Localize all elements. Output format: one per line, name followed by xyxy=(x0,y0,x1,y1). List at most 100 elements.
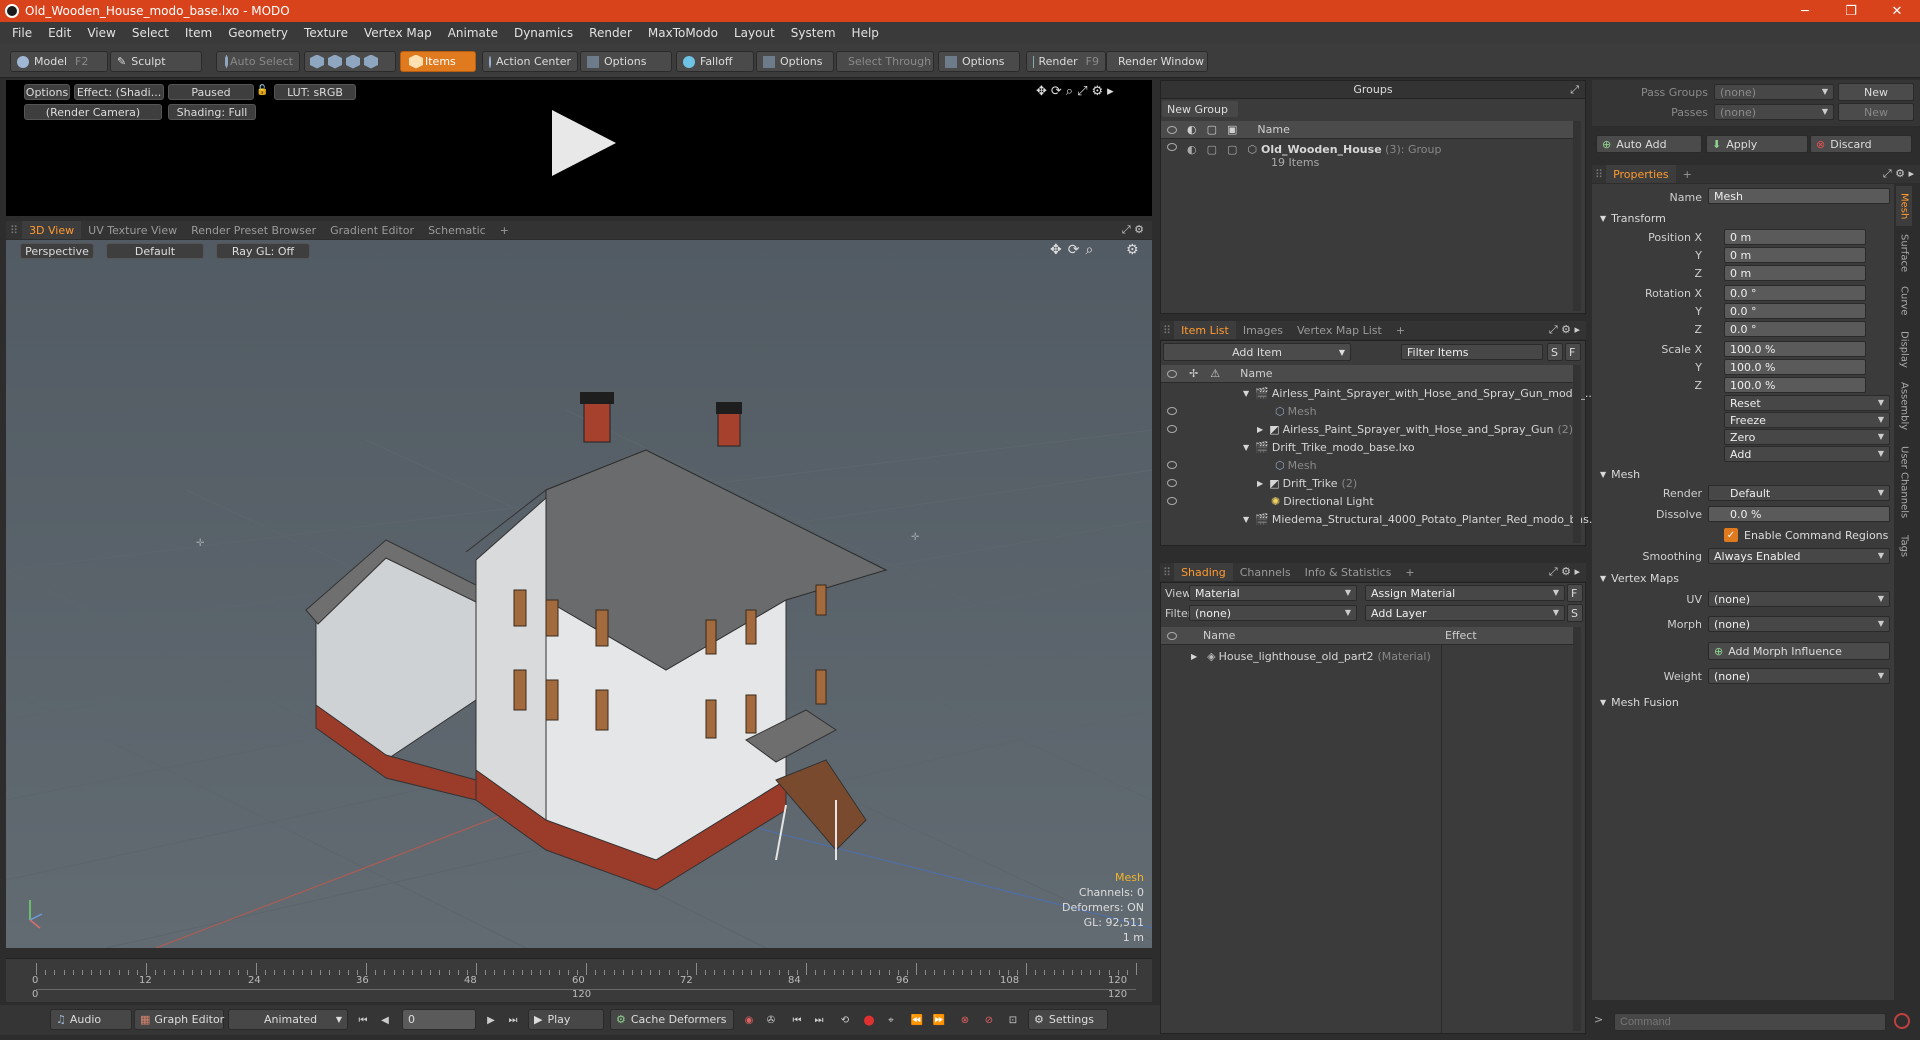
command-expand-icon[interactable]: > xyxy=(1594,1013,1603,1026)
groups-scrollbar[interactable] xyxy=(1573,121,1581,311)
record-icon[interactable]: ● xyxy=(862,1013,876,1028)
passes-dropdown[interactable]: (none) ▼ xyxy=(1714,104,1834,120)
tab-images[interactable]: Images xyxy=(1236,321,1290,339)
visibility-eye-icon[interactable] xyxy=(1167,461,1177,469)
filter-s-button[interactable]: S xyxy=(1547,343,1563,361)
auto-key-icon[interactable]: ⟲ xyxy=(838,1013,852,1027)
key-set-icon[interactable]: ⌖ xyxy=(884,1013,898,1027)
new-pass-button[interactable]: New xyxy=(1838,103,1914,121)
scale-y-field[interactable]: 100.0 % xyxy=(1724,359,1866,375)
timeline[interactable]: 0 12 24 36 48 60 72 84 96 108 120 0 120 … xyxy=(6,958,1152,1002)
items-mode-button[interactable]: Items xyxy=(400,51,476,72)
tab-schematic[interactable]: Schematic xyxy=(421,221,493,239)
select-through-button[interactable]: Select Through xyxy=(836,51,934,72)
tab-item-list[interactable]: Item List xyxy=(1174,321,1236,339)
prev-key-icon[interactable]: ◀ xyxy=(378,1013,392,1027)
falloff-button[interactable]: Falloff xyxy=(676,51,754,72)
position-z-field[interactable]: 0 m xyxy=(1724,265,1866,281)
materials-mode-icon[interactable] xyxy=(364,54,378,69)
side-tab-tags[interactable]: Tags xyxy=(1896,528,1912,564)
enable-command-regions-checkbox[interactable]: ✓ xyxy=(1724,528,1738,542)
tab-channels[interactable]: Channels xyxy=(1233,563,1298,581)
camera-gizmo[interactable]: ✛ xyxy=(911,532,920,543)
go-end-icon[interactable]: ⏭ xyxy=(506,1013,520,1027)
collapse-arrow-icon[interactable]: ▼ xyxy=(1243,515,1249,524)
menu-geometry[interactable]: Geometry xyxy=(220,26,296,40)
item-list-options-icon[interactable]: ⤢ ⚙ ▸ xyxy=(1549,323,1580,337)
tab-info-statistics[interactable]: Info & Statistics xyxy=(1298,563,1399,581)
key-delete-icon[interactable]: ⊗ xyxy=(958,1013,972,1027)
apply-button[interactable]: ⬇ Apply xyxy=(1706,135,1808,153)
name-field[interactable]: Mesh xyxy=(1708,188,1890,204)
item-row-airless-locator[interactable]: ▶ ◩ Airless_Paint_Sprayer_with_Hose_and_Sp… xyxy=(1161,420,1585,438)
maximize-button[interactable]: ❐ xyxy=(1828,0,1874,22)
visibility-eye-icon[interactable] xyxy=(1167,407,1177,415)
menu-animate[interactable]: Animate xyxy=(440,26,506,40)
cache-deformers-button[interactable]: ⚙ Cache Deformers xyxy=(610,1009,734,1030)
edges-mode-icon[interactable] xyxy=(328,54,342,69)
next-keyframe-icon[interactable]: ⏭ xyxy=(812,1013,826,1027)
tab-3d-view[interactable]: 3D View xyxy=(22,221,82,239)
range-end[interactable]: 120 xyxy=(1108,989,1127,1000)
preview-effect-dropdown[interactable]: Effect: (Shadi... xyxy=(74,84,164,100)
tab-uv-texture-view[interactable]: UV Texture View xyxy=(81,221,184,239)
menu-edit[interactable]: Edit xyxy=(40,26,79,40)
side-tab-display[interactable]: Display xyxy=(1896,324,1912,374)
auto-add-button[interactable]: ⊕ Auto Add xyxy=(1596,135,1702,153)
drag-handle-icon[interactable]: ⠿ xyxy=(1160,321,1174,339)
3d-viewport[interactable]: ✛ ✛ Perspective Default Ray GL: Off ✥⟳⌕ … xyxy=(6,240,1152,948)
key-options-icon[interactable]: ✇ xyxy=(764,1013,778,1027)
collapse-arrow-icon[interactable]: ▼ xyxy=(1243,389,1249,398)
side-tab-mesh[interactable]: Mesh xyxy=(1896,186,1912,226)
new-pass-group-button[interactable]: New xyxy=(1838,83,1914,101)
key-filter-icon[interactable]: ◉ xyxy=(742,1013,756,1027)
rotation-z-field[interactable]: 0.0 ° xyxy=(1724,321,1866,337)
add-item-dropdown[interactable]: Add Item ▼ xyxy=(1163,343,1351,361)
falloff-options-button[interactable]: Options xyxy=(756,51,834,72)
command-stop-icon[interactable] xyxy=(1894,1013,1910,1029)
smoothing-dropdown[interactable]: Always Enabled ▼ xyxy=(1708,548,1890,564)
add-tab-button[interactable]: + xyxy=(1389,321,1412,339)
shading-scrollbar[interactable] xyxy=(1573,627,1581,1031)
viewport-nav-icons[interactable]: ✥⟳⌕ xyxy=(1050,242,1099,258)
item-list-scrollbar[interactable] xyxy=(1573,365,1581,543)
tab-gradient-editor[interactable]: Gradient Editor xyxy=(323,221,421,239)
freeze-dropdown[interactable]: Freeze ▼ xyxy=(1724,412,1890,428)
render-toggle-icon[interactable]: ◐ xyxy=(1187,143,1197,156)
animated-dropdown[interactable]: Animated ▼ xyxy=(228,1009,348,1030)
lock-icon[interactable]: 🔓 xyxy=(256,85,268,97)
add-tab-button[interactable]: + xyxy=(1398,563,1421,581)
action-center-button[interactable]: Action Center xyxy=(482,51,578,72)
menu-item[interactable]: Item xyxy=(177,26,220,40)
graph-editor-button[interactable]: ▦ Graph Editor xyxy=(134,1009,224,1030)
ray-gl-dropdown[interactable]: Ray GL: Off xyxy=(216,243,310,259)
menu-help[interactable]: Help xyxy=(844,26,887,40)
go-start-icon[interactable]: ⏮ xyxy=(356,1013,370,1027)
filter-items-field[interactable]: Filter Items xyxy=(1401,344,1543,360)
menu-maxtomodo[interactable]: MaxToModo xyxy=(640,26,726,40)
polygons-mode-icon[interactable] xyxy=(346,54,360,69)
view-dropdown[interactable]: Material ▼ xyxy=(1189,585,1357,601)
discard-button[interactable]: ⊗ Discard xyxy=(1810,135,1912,153)
material-row[interactable]: ▶ ◈ House_lighthouse_old_part2 (Material… xyxy=(1161,647,1585,665)
render-dropdown[interactable]: Default ▼ xyxy=(1708,485,1890,501)
model-mode-button[interactable]: Model F2 xyxy=(10,51,108,72)
mesh-section[interactable]: ▼ Mesh xyxy=(1600,466,1640,482)
collapse-arrow-icon[interactable]: ▼ xyxy=(1243,443,1249,452)
new-group-button[interactable]: New Group xyxy=(1162,101,1238,117)
render-window-button[interactable]: Render Window xyxy=(1106,51,1208,72)
step-back-icon[interactable]: ⏪ xyxy=(910,1013,924,1027)
item-row-mesh-1[interactable]: ⬡ Mesh xyxy=(1161,402,1585,420)
menu-select[interactable]: Select xyxy=(124,26,177,40)
shading-f-button[interactable]: F xyxy=(1567,584,1583,602)
position-x-field[interactable]: 0 m xyxy=(1724,229,1866,245)
menu-dynamics[interactable]: Dynamics xyxy=(506,26,581,40)
drag-handle-icon[interactable]: ⠿ xyxy=(1160,563,1174,581)
drag-handle-icon[interactable]: ⠿ xyxy=(1592,165,1606,183)
add-tab-button[interactable]: + xyxy=(493,221,516,239)
preview-nav-icons[interactable]: ✥⟳⌕⤢⚙▸ xyxy=(1036,84,1118,99)
menu-view[interactable]: View xyxy=(79,26,123,40)
side-tab-assembly[interactable]: Assembly xyxy=(1896,376,1912,436)
lock-toggle-icon[interactable]: ▢ xyxy=(1207,143,1217,156)
select-through-options-button[interactable]: Options xyxy=(938,51,1020,72)
